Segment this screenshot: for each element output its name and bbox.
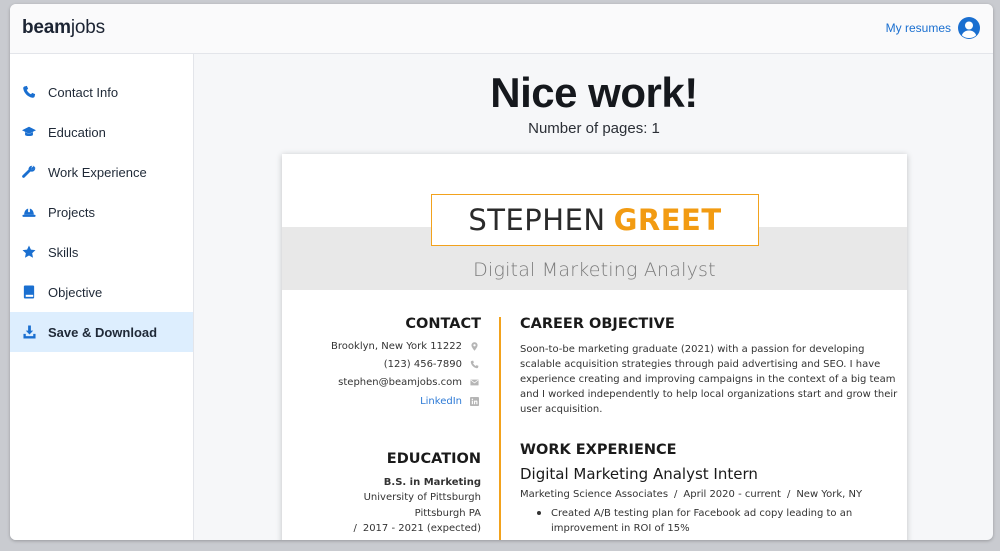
hard-hat-icon xyxy=(22,205,36,219)
logo-light-text: jobs xyxy=(70,17,105,38)
main-content: Nice work! Number of pages: 1 Digital Ma… xyxy=(195,54,993,540)
education-degree: B.S. in Marketing xyxy=(383,477,481,488)
resume-preview: Digital Marketing Analyst STEPHEN GREET … xyxy=(282,154,907,540)
sidebar-item-work-experience[interactable]: Work Experience xyxy=(10,152,193,192)
top-bar: beamjobs My resumes xyxy=(10,4,993,54)
linkedin-link[interactable]: LinkedIn xyxy=(420,396,462,407)
logo-bold-text: beam xyxy=(22,17,71,38)
job-company: Marketing Science Associates xyxy=(520,489,669,500)
job-location: New York, NY xyxy=(796,489,863,500)
book-icon xyxy=(22,285,36,299)
column-divider xyxy=(499,317,501,540)
my-resumes-label: My resumes xyxy=(885,21,951,35)
email-text: stephen@beamjobs.com xyxy=(338,377,462,388)
contact-email: stephen@beamjobs.com xyxy=(338,377,479,388)
sidebar-item-contact-info[interactable]: Contact Info xyxy=(10,72,193,112)
phone-icon xyxy=(470,360,479,369)
education-school: University of Pittsburgh xyxy=(363,492,481,503)
sidebar-item-label: Save & Download xyxy=(48,324,158,340)
work-heading: WORK EXPERIENCE xyxy=(520,442,677,458)
star-icon xyxy=(22,245,36,259)
page-count: Number of pages: 1 xyxy=(528,120,660,137)
phone-text: (123) 456-7890 xyxy=(383,359,462,370)
job-meta: Marketing Science Associates / April 2020 … xyxy=(520,489,862,500)
sidebar-item-label: Skills xyxy=(48,244,79,260)
sidebar-item-education[interactable]: Education xyxy=(10,112,193,152)
contact-phone: (123) 456-7890 xyxy=(384,359,479,370)
page-title: Nice work! xyxy=(490,69,698,116)
wrench-icon xyxy=(22,165,36,179)
job-title: Digital Marketing Analyst Intern xyxy=(520,465,758,483)
sidebar-item-label: Education xyxy=(48,124,106,140)
job-separator: / xyxy=(786,489,791,500)
contact-address: Brooklyn, New York 11222 xyxy=(331,341,479,352)
sidebar-item-label: Objective xyxy=(48,284,103,300)
sidebar: Contact Info Education Work Experience P… xyxy=(10,54,194,540)
education-city: Pittsburgh PA xyxy=(414,508,481,519)
bullet-dot xyxy=(537,511,541,515)
map-pin-icon xyxy=(471,342,478,351)
sidebar-item-label: Projects xyxy=(48,204,95,220)
contact-heading: CONTACT xyxy=(405,316,481,332)
education-dates: 2017 - 2021 (expected) xyxy=(362,523,481,534)
last-name: GREET xyxy=(613,203,722,237)
app-window: beamjobs My resumes Contact Info Educati… xyxy=(10,4,993,540)
first-name: STEPHEN xyxy=(468,203,606,237)
sidebar-item-projects[interactable]: Projects xyxy=(10,192,193,232)
envelope-icon xyxy=(470,379,479,386)
sidebar-item-label: Work Experience xyxy=(48,164,147,180)
sidebar-item-label: Contact Info xyxy=(48,84,119,100)
user-avatar-icon[interactable] xyxy=(957,16,981,40)
education-separator: / xyxy=(353,523,357,534)
resume-subtitle: Digital Marketing Analyst xyxy=(473,259,716,281)
contact-linkedin: LinkedIn xyxy=(420,396,479,407)
my-resumes-link[interactable]: My resumes xyxy=(886,16,981,40)
linkedin-icon xyxy=(470,397,479,406)
graduation-cap-icon xyxy=(22,125,36,139)
job-dates: April 2020 - current xyxy=(683,489,781,500)
education-dates-row: / 2017 - 2021 (expected) xyxy=(347,523,481,534)
sidebar-item-objective[interactable]: Objective xyxy=(10,272,193,312)
objective-text: Soon-to-be marketing graduate (2021) wit… xyxy=(520,344,898,415)
beamjobs-logo[interactable]: beamjobs xyxy=(22,17,105,39)
download-icon xyxy=(22,325,36,339)
phone-icon xyxy=(22,85,36,99)
bullet-text: Created A/B testing plan for Facebook ad… xyxy=(551,508,853,534)
resume-name-box: STEPHEN GREET xyxy=(431,194,759,246)
job-separator: / xyxy=(674,489,678,500)
objective-heading: CAREER OBJECTIVE xyxy=(520,316,675,332)
sidebar-item-skills[interactable]: Skills xyxy=(10,232,193,272)
job-bullet: Created A/B testing plan for Facebook ad… xyxy=(537,506,867,536)
education-heading: EDUCATION xyxy=(386,451,481,467)
sidebar-item-save-download[interactable]: Save & Download xyxy=(10,312,193,352)
address-text: Brooklyn, New York 11222 xyxy=(331,341,462,352)
